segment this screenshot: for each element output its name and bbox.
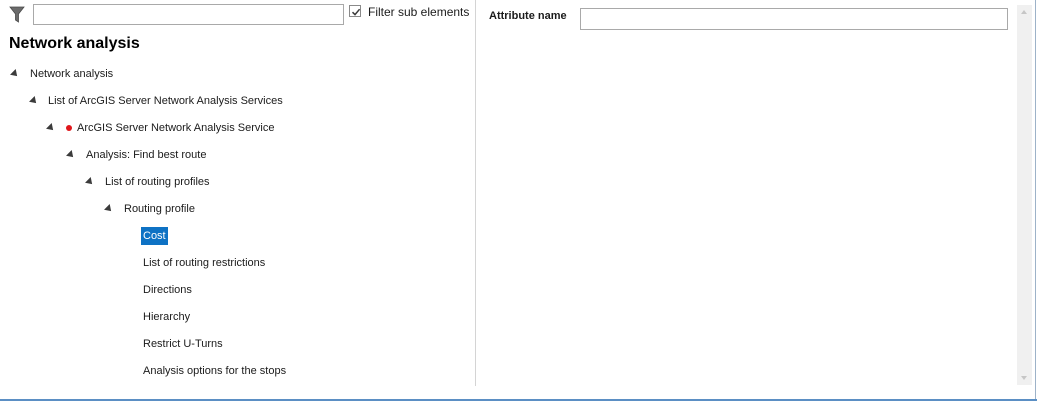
filter-input[interactable] bbox=[33, 4, 344, 25]
tree-node[interactable]: List of routing profiles bbox=[9, 173, 469, 191]
tree-node[interactable]: Routing profile bbox=[9, 200, 469, 218]
checkmark-icon bbox=[351, 8, 361, 16]
tree-node[interactable]: List of ArcGIS Server Network Analysis S… bbox=[9, 92, 469, 110]
tree-node-selected[interactable]: Cost bbox=[9, 227, 469, 245]
status-dot-icon bbox=[66, 125, 72, 131]
expand-arrow-icon[interactable] bbox=[104, 204, 114, 214]
tree-node[interactable]: ArcGIS Server Network Analysis Service bbox=[9, 119, 469, 137]
expand-arrow-icon[interactable] bbox=[46, 123, 56, 133]
pane-splitter[interactable] bbox=[475, 0, 476, 386]
tree-node[interactable]: Restrict U-Turns bbox=[9, 335, 469, 353]
filter-sub-elements-label[interactable]: Filter sub elements bbox=[368, 5, 469, 19]
vertical-scrollbar[interactable] bbox=[1017, 5, 1032, 385]
expand-arrow-icon[interactable] bbox=[85, 177, 95, 187]
tree-node[interactable]: Directions bbox=[9, 281, 469, 299]
scroll-down-arrow-icon[interactable] bbox=[1017, 370, 1032, 385]
expand-arrow-icon[interactable] bbox=[29, 96, 39, 106]
scroll-up-arrow-icon[interactable] bbox=[1017, 5, 1032, 20]
tree-node[interactable]: Analysis options for the stops bbox=[9, 362, 469, 380]
tree-node[interactable]: List of routing restrictions bbox=[9, 254, 469, 272]
tree-node[interactable]: Hierarchy bbox=[9, 308, 469, 326]
attribute-name-input[interactable] bbox=[580, 8, 1008, 30]
filter-sub-elements-checkbox[interactable] bbox=[349, 5, 361, 17]
funnel-filter-icon[interactable] bbox=[9, 6, 25, 24]
expand-arrow-icon[interactable] bbox=[10, 69, 20, 79]
tree-title: Network analysis bbox=[9, 35, 140, 52]
expand-arrow-icon[interactable] bbox=[66, 150, 76, 160]
attribute-name-label: Attribute name bbox=[489, 10, 567, 22]
tree-node[interactable]: Analysis: Find best route bbox=[9, 146, 469, 164]
tree-node[interactable]: Network analysis bbox=[9, 65, 469, 83]
